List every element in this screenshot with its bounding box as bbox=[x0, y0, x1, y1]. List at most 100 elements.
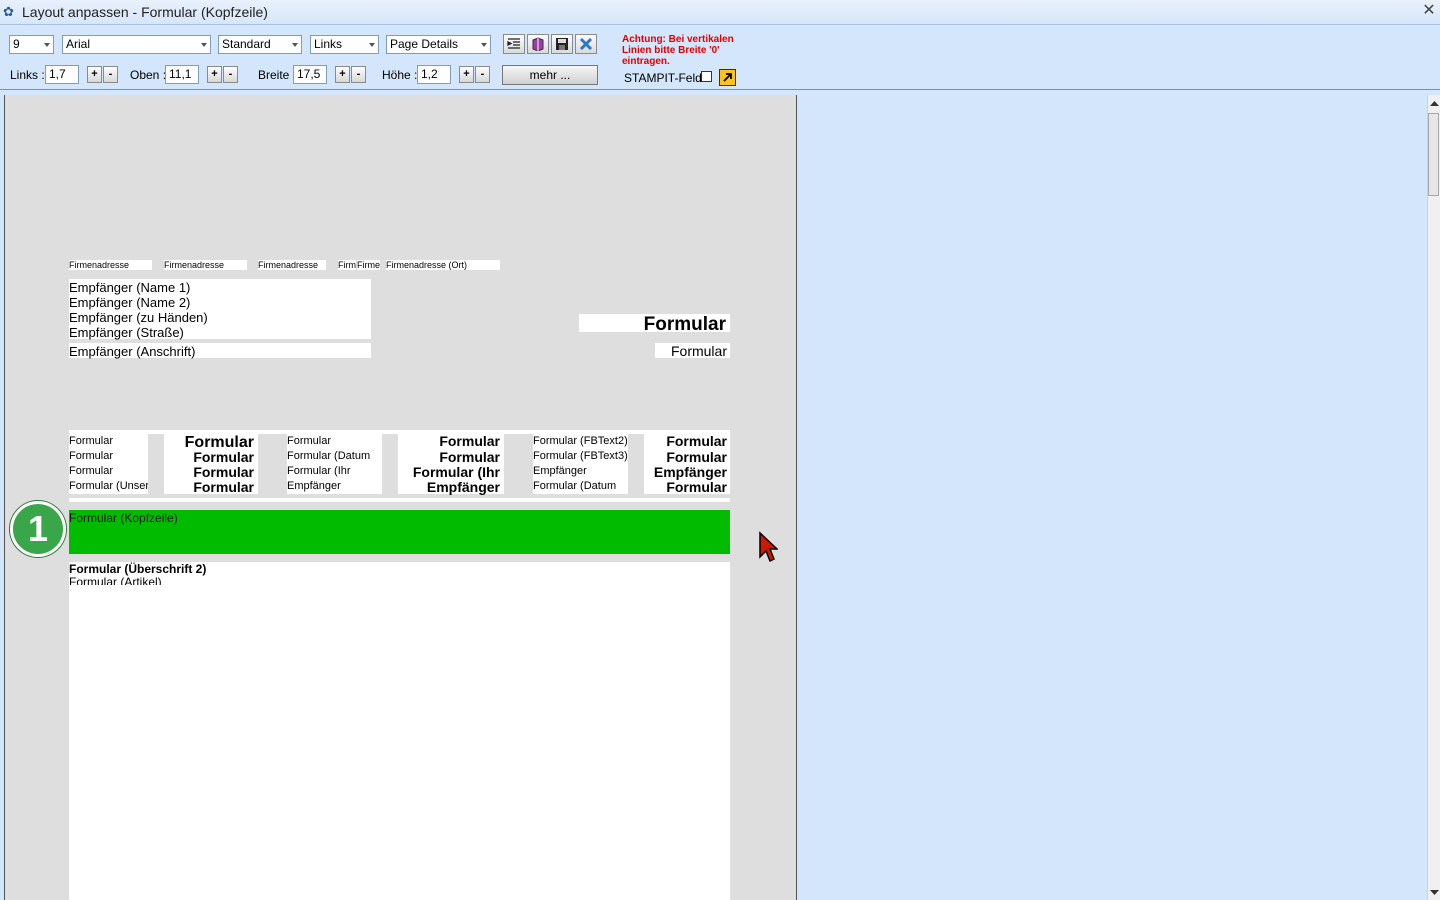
info-text: Formular bbox=[666, 434, 727, 449]
links-plus-button[interactable]: + bbox=[87, 66, 102, 83]
style-select[interactable]: Standard bbox=[218, 35, 302, 54]
arrow-up-right-icon bbox=[723, 73, 732, 82]
info-text: Formular bbox=[287, 435, 332, 447]
info-text: Formular (FBText2) bbox=[533, 435, 628, 447]
style-value: Standard bbox=[222, 37, 271, 51]
oben-plus-button[interactable]: + bbox=[207, 66, 222, 83]
info-text: Empfänger bbox=[426, 480, 500, 495]
body-section[interactable]: Formular (Überschrift 2) Formular (Artik… bbox=[69, 562, 730, 900]
window-title: Layout anpassen - Formular (Kopfzeile) bbox=[22, 4, 268, 20]
oben-label: Oben : bbox=[130, 68, 167, 82]
mouse-cursor-icon bbox=[759, 531, 778, 563]
firmenadresse-text: Firmenadresse bbox=[69, 260, 130, 270]
kopfzeile-field-selected[interactable]: Formular (Kopfzeile) bbox=[69, 510, 730, 554]
empfaenger-anschrift-field[interactable]: Empfänger (Anschrift) bbox=[69, 343, 371, 359]
book-icon bbox=[532, 37, 544, 51]
firmenadresse-field[interactable]: Firme bbox=[357, 260, 380, 270]
links-label: Links : bbox=[10, 68, 45, 82]
close-button[interactable]: ✕ bbox=[1421, 2, 1437, 20]
delete-button[interactable] bbox=[575, 34, 597, 54]
info-text: Empfänger bbox=[287, 480, 341, 492]
vertical-scrollbar[interactable] bbox=[1427, 95, 1440, 900]
firmenadresse-field[interactable]: Firmenadresse bbox=[164, 260, 247, 270]
info-text: Formular (FBText3) bbox=[533, 450, 628, 462]
hoehe-plus-button[interactable]: + bbox=[459, 66, 474, 83]
hoehe-input[interactable]: 1,2 bbox=[417, 65, 451, 84]
info-text: Formular bbox=[69, 435, 114, 447]
chevron-down-icon bbox=[44, 43, 50, 47]
empfaenger-line: Empfänger (Name 1) bbox=[69, 280, 191, 295]
info-text: Formular (Ihr bbox=[412, 465, 500, 480]
chevron-down-icon bbox=[292, 43, 298, 47]
font-name-select[interactable]: Arial bbox=[62, 35, 211, 54]
hoehe-minus-button[interactable]: - bbox=[475, 66, 490, 83]
breite-plus-button[interactable]: + bbox=[335, 66, 350, 83]
info-text: Formular bbox=[666, 480, 727, 495]
firmenadresse-text: Firm bbox=[338, 260, 356, 270]
empfaenger-line: Empfänger (Straße) bbox=[69, 325, 184, 340]
info-text: Formular bbox=[69, 450, 114, 462]
oben-minus-button[interactable]: - bbox=[223, 66, 238, 83]
info-col-2[interactable]: Formular Formular Formular Formular bbox=[164, 434, 258, 495]
indent-button[interactable] bbox=[503, 34, 525, 54]
stampit-checkbox[interactable] bbox=[701, 71, 712, 82]
chevron-down-icon bbox=[201, 43, 207, 47]
scrollbar-thumb[interactable] bbox=[1428, 113, 1439, 196]
align-select[interactable]: Links bbox=[310, 35, 379, 54]
empfaenger-block[interactable]: Empfänger (Name 1) Empfänger (Name 2) Em… bbox=[69, 279, 371, 340]
info-col-5[interactable]: Formular (FBText2) Formular (FBText3) Em… bbox=[533, 434, 628, 494]
hoehe-label: Höhe : bbox=[382, 68, 418, 82]
info-text: Formular bbox=[666, 450, 727, 465]
section-select[interactable]: Page Details bbox=[386, 35, 491, 54]
font-size-value: 9 bbox=[13, 37, 20, 51]
info-text: Formular bbox=[193, 450, 254, 465]
empfaenger-anschrift-text: Empfänger (Anschrift) bbox=[69, 344, 196, 359]
info-text: Formular bbox=[439, 434, 500, 449]
artikel-text: Formular (Artikel) bbox=[69, 575, 162, 585]
book-button[interactable] bbox=[527, 34, 549, 54]
info-col-6[interactable]: Formular Formular Empfänger Formular bbox=[644, 434, 730, 495]
info-col-3[interactable]: Formular Formular (Datum Formular (Ihr E… bbox=[287, 434, 382, 494]
firmenadresse-text: Firmenadresse bbox=[164, 260, 225, 270]
kopfzeile-text: Formular (Kopfzeile) bbox=[69, 511, 178, 525]
save-icon bbox=[556, 38, 568, 50]
font-size-select[interactable]: 9 bbox=[9, 35, 54, 54]
empfaenger-line: Empfänger (zu Händen) bbox=[69, 310, 208, 325]
align-value: Links bbox=[314, 37, 343, 51]
firmenadresse-field[interactable]: Firmenadresse bbox=[258, 260, 326, 270]
firmenadresse-ort-field[interactable]: Firmenadresse (Ort) bbox=[386, 260, 500, 270]
info-text: Empfänger bbox=[653, 465, 727, 480]
warning-text: Achtung: Bei vertikalen Linien bitte Bre… bbox=[622, 34, 734, 67]
oben-input[interactable]: 11,1 bbox=[165, 65, 199, 84]
breite-minus-button[interactable]: - bbox=[351, 66, 366, 83]
info-text: Formular (Datum bbox=[533, 480, 617, 492]
links-input[interactable]: 1,7 bbox=[45, 65, 79, 84]
mehr-button[interactable]: mehr ... bbox=[502, 65, 598, 85]
info-text: Formular (Unser bbox=[69, 480, 148, 492]
breite-input[interactable]: 17,5 bbox=[293, 65, 327, 84]
formular-subtitle-field[interactable]: Formular bbox=[655, 343, 730, 359]
formular-subtitle-text: Formular bbox=[670, 343, 727, 359]
formular-title-field[interactable]: Formular bbox=[579, 314, 730, 335]
firmenadresse-field[interactable]: Firmenadresse bbox=[69, 260, 152, 270]
info-col-4[interactable]: Formular Formular Formular (Ihr Empfänge… bbox=[398, 434, 504, 495]
font-name-value: Arial bbox=[66, 37, 91, 51]
info-text: Formular (Ihr bbox=[287, 465, 351, 477]
section-value: Page Details bbox=[390, 37, 459, 51]
info-text: Empfänger bbox=[533, 465, 587, 477]
stampit-label: STAMPIT-Feld bbox=[624, 71, 702, 85]
info-text: Formular bbox=[193, 480, 254, 495]
scroll-down-icon[interactable] bbox=[1429, 889, 1440, 897]
stampit-button[interactable] bbox=[719, 69, 736, 86]
firmenadresse-field[interactable]: Firm bbox=[338, 260, 356, 270]
chevron-down-icon bbox=[369, 43, 375, 47]
info-text: Formular bbox=[193, 465, 254, 480]
links-minus-button[interactable]: - bbox=[103, 66, 118, 83]
delete-icon bbox=[579, 37, 593, 51]
empfaenger-line: Empfänger (Name 2) bbox=[69, 295, 191, 310]
info-col-1[interactable]: Formular Formular Formular Formular (Uns… bbox=[69, 434, 148, 494]
firmenadresse-text: Firmenadresse (Ort) bbox=[386, 260, 468, 270]
breite-label: Breite : bbox=[258, 68, 297, 82]
scroll-up-icon[interactable] bbox=[1429, 99, 1440, 107]
save-button[interactable] bbox=[551, 34, 573, 54]
